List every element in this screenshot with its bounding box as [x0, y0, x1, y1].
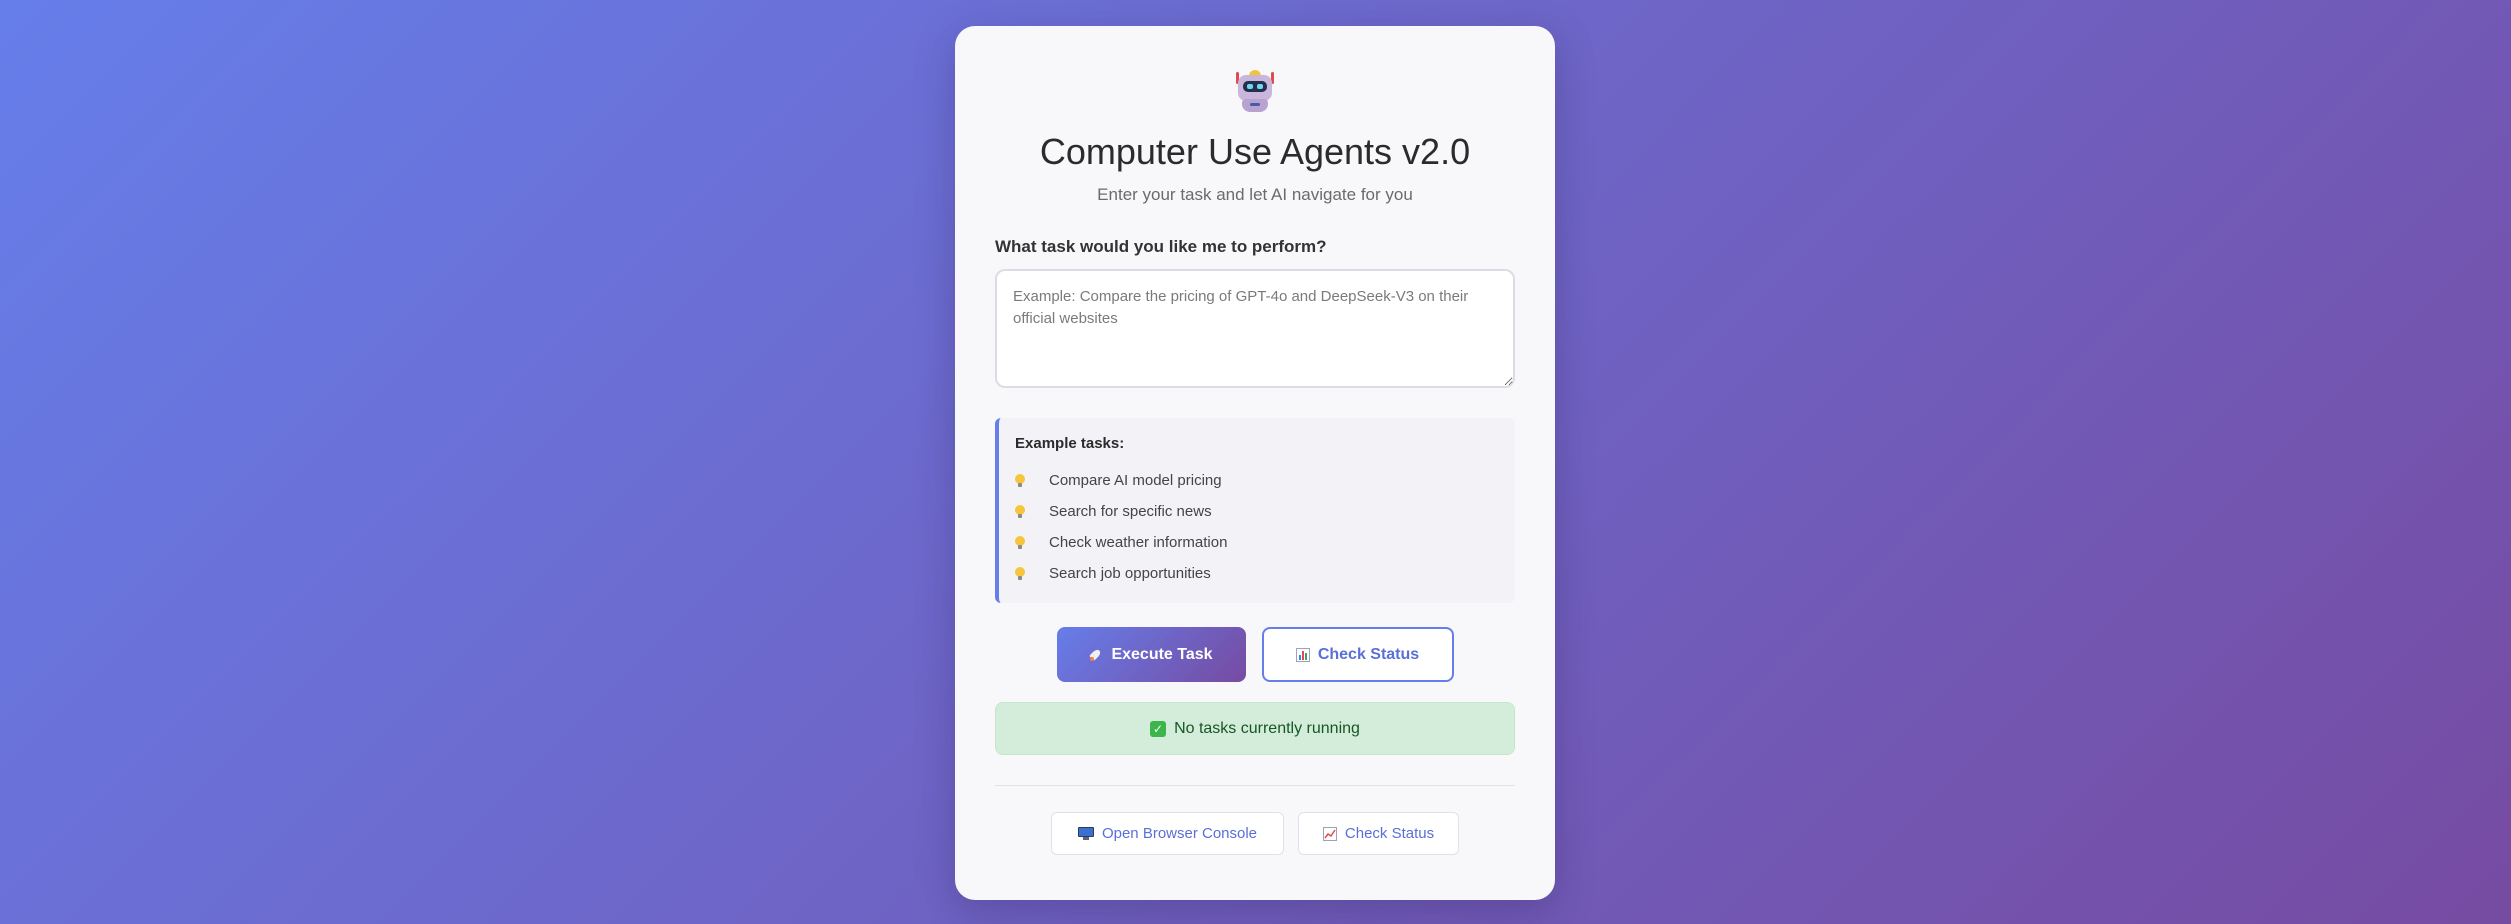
rocket-icon — [1089, 648, 1103, 662]
example-tasks-list: Compare AI model pricing Search for spec… — [1015, 465, 1499, 589]
footer-check-status-button[interactable]: Check Status — [1298, 812, 1459, 855]
robot-icon — [1233, 68, 1277, 114]
footer-links: Open Browser Console Check Status — [995, 812, 1515, 855]
example-tasks-title: Example tasks: — [1015, 435, 1125, 452]
example-task-item[interactable]: Compare AI model pricing — [1015, 465, 1499, 496]
example-task-item[interactable]: Check weather information — [1015, 527, 1499, 558]
desktop-computer-icon — [1077, 826, 1094, 841]
page-subtitle: Enter your task and let AI navigate for … — [1097, 185, 1413, 204]
trending-up-icon — [1322, 826, 1337, 841]
bar-chart-icon — [1295, 647, 1310, 662]
header-logo — [995, 68, 1515, 114]
example-task-label: Check weather information — [1049, 534, 1228, 551]
task-input-label: What task would you like me to perform? — [995, 237, 1327, 256]
task-input[interactable] — [995, 269, 1515, 388]
footer-check-status-label: Check Status — [1344, 825, 1435, 842]
example-tasks-panel: Example tasks: Compare AI model pricing … — [995, 418, 1515, 603]
check-status-button[interactable]: Check Status — [1261, 627, 1454, 682]
lightbulb-icon — [1015, 504, 1025, 519]
lightbulb-icon — [1015, 473, 1025, 488]
example-task-label: Compare AI model pricing — [1049, 472, 1222, 489]
example-task-item[interactable]: Search job opportunities — [1015, 558, 1499, 589]
execute-task-button[interactable]: Execute Task — [1056, 627, 1246, 682]
example-task-label: Search job opportunities — [1049, 565, 1211, 582]
open-browser-console-label: Open Browser Console — [1101, 825, 1258, 842]
divider — [995, 785, 1515, 786]
open-browser-console-button[interactable]: Open Browser Console — [1051, 812, 1284, 855]
status-message: ✓ No tasks currently running — [995, 702, 1515, 755]
lightbulb-icon — [1015, 566, 1025, 581]
execute-task-label: Execute Task — [1111, 645, 1213, 663]
action-buttons: Execute Task Check Status — [995, 627, 1515, 682]
page-title: Computer Use Agents v2.0 — [1039, 131, 1471, 172]
check-status-label: Check Status — [1317, 645, 1420, 663]
example-task-item[interactable]: Search for specific news — [1015, 496, 1499, 527]
status-text: No tasks currently running — [1174, 719, 1360, 737]
check-mark-icon: ✓ — [1150, 720, 1167, 737]
example-task-label: Search for specific news — [1049, 503, 1212, 520]
main-card: Computer Use Agents v2.0 Enter your task… — [955, 26, 1555, 900]
lightbulb-icon — [1015, 535, 1025, 550]
